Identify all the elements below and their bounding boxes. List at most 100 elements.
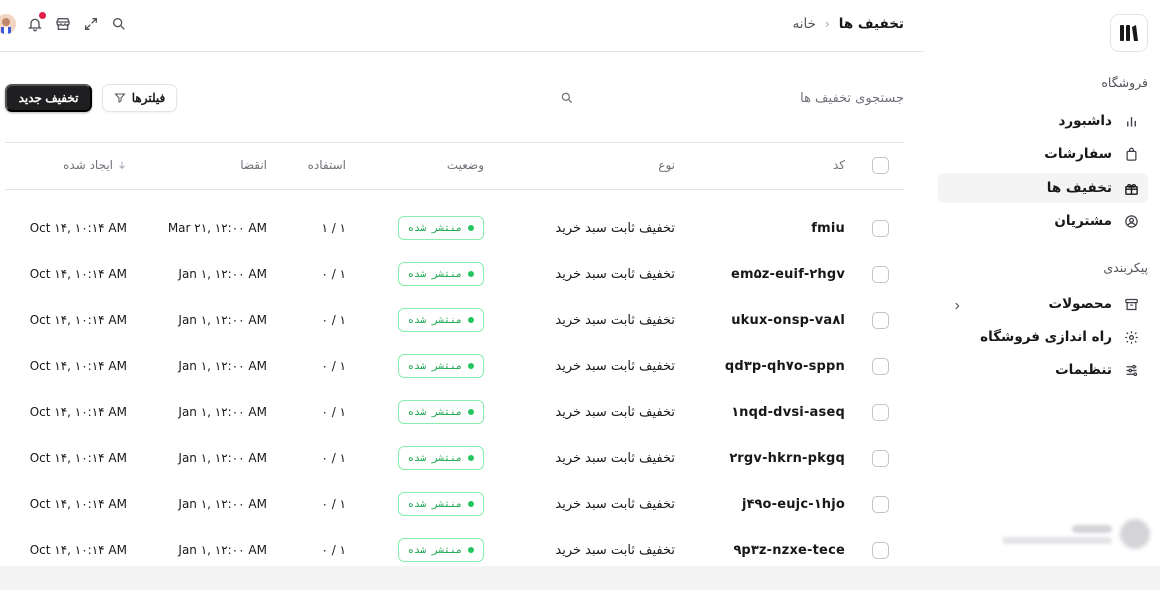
usage-count: ۰ / ۱ bbox=[321, 359, 346, 373]
discount-code: fmiu bbox=[811, 221, 845, 236]
expand-icon bbox=[85, 18, 97, 30]
breadcrumb-separator: ‹ bbox=[824, 17, 830, 31]
expiry-date: Jan ۱, ۱۲:۰۰ AM bbox=[178, 405, 267, 419]
search-input[interactable] bbox=[574, 84, 904, 112]
select-all-checkbox[interactable] bbox=[872, 157, 889, 174]
store-logo[interactable] bbox=[1110, 14, 1148, 52]
sidebar-item-label: راه اندازی فروشگاه bbox=[980, 329, 1112, 345]
column-code[interactable]: کد bbox=[833, 158, 845, 172]
status-dot bbox=[468, 409, 475, 415]
filters-label: فیلترها bbox=[131, 91, 166, 105]
sidebar-item-store-setup[interactable]: راه اندازی فروشگاه bbox=[938, 322, 1148, 352]
status-text: منتشر شده bbox=[407, 222, 463, 234]
row-checkbox[interactable] bbox=[872, 358, 889, 375]
discount-type: تخفیف ثابت سبد خرید bbox=[555, 497, 675, 512]
created-date: Oct ۱۴, ۱۰:۱۴ AM bbox=[29, 221, 127, 235]
discount-type: تخفیف ثابت سبد خرید bbox=[555, 267, 675, 282]
sidebar-item-label: داشبورد bbox=[1058, 113, 1112, 129]
status-dot bbox=[468, 547, 475, 553]
status-dot bbox=[468, 317, 475, 323]
sidebar-item-discounts[interactable]: تخفیف ها bbox=[938, 173, 1148, 203]
usage-count: ۰ / ۱ bbox=[321, 543, 346, 557]
sidebar-section-config: پیکربندی bbox=[1103, 260, 1148, 275]
usage-count: ۰ / ۱ bbox=[321, 267, 346, 281]
global-search-button[interactable] bbox=[110, 15, 128, 33]
search-icon bbox=[113, 17, 125, 30]
discount-code: ۹p۳z-nzxe-tece bbox=[733, 543, 845, 558]
column-created[interactable]: ایجاد شده bbox=[63, 158, 127, 172]
discount-code: j۴۹o-eujc-۱hjo bbox=[741, 497, 845, 512]
sidebar-item-label: تنظیمات bbox=[1055, 362, 1112, 378]
usage-count: ۰ / ۱ bbox=[321, 451, 346, 465]
sidebar-item-customers[interactable]: مشتریان bbox=[938, 206, 1148, 236]
created-date: Oct ۱۴, ۱۰:۱۴ AM bbox=[29, 497, 127, 511]
created-date: Oct ۱۴, ۱۰:۱۴ AM bbox=[29, 267, 127, 281]
column-expiry[interactable]: انقضا bbox=[240, 158, 267, 172]
usage-count: ۰ / ۱ bbox=[321, 313, 346, 327]
discount-code: qd۳p-qh۷o-sppn bbox=[724, 359, 845, 374]
sidebar-item-label: محصولات bbox=[1048, 296, 1112, 312]
status-dot bbox=[468, 501, 475, 507]
status-text: منتشر شده bbox=[407, 360, 463, 372]
column-usage[interactable]: استفاده bbox=[308, 158, 346, 172]
status-dot bbox=[468, 271, 475, 277]
row-checkbox[interactable] bbox=[872, 450, 889, 467]
discount-type: تخفیف ثابت سبد خرید bbox=[555, 451, 675, 466]
filters-button[interactable]: فیلترها bbox=[102, 84, 177, 112]
new-discount-button[interactable]: تخفیف جدید bbox=[5, 84, 92, 112]
table-row[interactable]: j۴۹o-eujc-۱hjo تخفیف ثابت سبد خرید منتشر… bbox=[5, 482, 904, 528]
table-row[interactable]: ۱nqd-dvsi-aseq تخفیف ثابت سبد خرید منتشر… bbox=[5, 390, 904, 436]
table-row[interactable]: ۲rgv-hkrn-pkgq تخفیف ثابت سبد خرید منتشر… bbox=[5, 436, 904, 482]
expiry-date: Jan ۱, ۱۲:۰۰ AM bbox=[178, 497, 267, 511]
top-icons bbox=[0, 12, 128, 34]
status-badge: منتشر شده bbox=[398, 216, 484, 240]
table-row[interactable]: qd۳p-qh۷o-sppn تخفیف ثابت سبد خرید منتشر… bbox=[5, 344, 904, 390]
sidebar: فروشگاه داشبورد سفارشات تخفیف ها مشتریان… bbox=[924, 0, 1160, 566]
discount-type: تخفیف ثابت سبد خرید bbox=[555, 543, 675, 558]
status-text: منتشر شده bbox=[407, 544, 463, 556]
bar-chart-icon bbox=[1122, 112, 1140, 130]
ticket-icon bbox=[1122, 179, 1140, 197]
row-checkbox[interactable] bbox=[872, 266, 889, 283]
notifications-button[interactable] bbox=[26, 12, 46, 33]
sidebar-item-dashboard[interactable]: داشبورد bbox=[938, 106, 1148, 136]
discount-code: ۱nqd-dvsi-aseq bbox=[731, 405, 845, 420]
row-checkbox[interactable] bbox=[872, 496, 889, 513]
store-icon bbox=[56, 18, 70, 30]
sidebar-item-settings[interactable]: تنظیمات bbox=[938, 355, 1148, 385]
logo-icon bbox=[1120, 25, 1138, 41]
table-row[interactable]: fmiu تخفیف ثابت سبد خرید منتشر شده ۱ / ۱… bbox=[5, 206, 904, 252]
bottom-bar bbox=[0, 566, 1160, 590]
column-type[interactable]: نوع bbox=[658, 158, 675, 172]
fullscreen-button[interactable] bbox=[82, 15, 100, 33]
sidebar-item-orders[interactable]: سفارشات bbox=[938, 139, 1148, 169]
expiry-date: Jan ۱, ۱۲:۰۰ AM bbox=[178, 267, 267, 281]
sidebar-item-products[interactable]: محصولات bbox=[938, 289, 1148, 319]
user-profile[interactable] bbox=[990, 514, 1150, 554]
filter-icon bbox=[114, 93, 126, 103]
user-avatar[interactable] bbox=[0, 14, 16, 34]
search-icon bbox=[561, 92, 573, 104]
sort-down-icon bbox=[119, 161, 125, 169]
sidebar-item-label: مشتریان bbox=[1054, 213, 1112, 229]
discount-type: تخفیف ثابت سبد خرید bbox=[555, 221, 675, 236]
table-row[interactable]: em۵z-euif-۲hgv تخفیف ثابت سبد خرید منتشر… bbox=[5, 252, 904, 298]
notification-dot bbox=[39, 12, 46, 19]
table-row[interactable]: ukux-onsp-va۸l تخفیف ثابت سبد خرید منتشر… bbox=[5, 298, 904, 344]
row-checkbox[interactable] bbox=[872, 542, 889, 559]
breadcrumb-home[interactable]: خانه bbox=[792, 16, 815, 32]
status-badge: منتشر شده bbox=[398, 262, 484, 286]
storefront-button[interactable] bbox=[54, 15, 72, 33]
status-text: منتشر شده bbox=[407, 452, 463, 464]
gear-icon bbox=[1122, 328, 1140, 346]
chevron-right-icon[interactable] bbox=[952, 297, 962, 316]
row-checkbox[interactable] bbox=[872, 220, 889, 237]
column-status[interactable]: وضعیت bbox=[447, 158, 484, 172]
row-checkbox[interactable] bbox=[872, 404, 889, 421]
discount-code: ۲rgv-hkrn-pkgq bbox=[729, 451, 845, 466]
row-checkbox[interactable] bbox=[872, 312, 889, 329]
created-date: Oct ۱۴, ۱۰:۱۴ AM bbox=[29, 359, 127, 373]
avatar-icon bbox=[0, 14, 16, 34]
created-date: Oct ۱۴, ۱۰:۱۴ AM bbox=[29, 313, 127, 327]
expiry-date: Jan ۱, ۱۲:۰۰ AM bbox=[178, 359, 267, 373]
